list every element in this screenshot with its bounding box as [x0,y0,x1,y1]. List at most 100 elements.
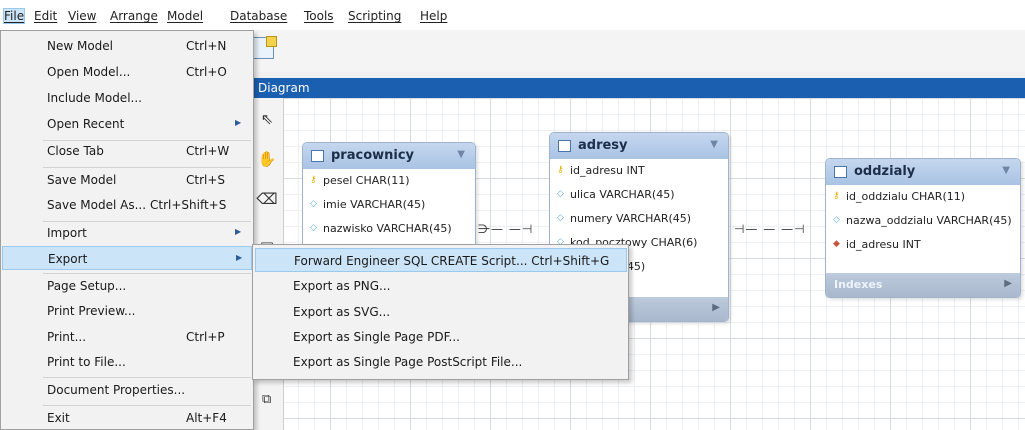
menu-scripting[interactable]: Scripting [348,9,401,23]
primary-key-icon: ⚷ [557,165,564,175]
column-label: ulica VARCHAR(45) [570,188,675,201]
menu-item-open-model[interactable]: Open Model... Ctrl+O [2,60,252,84]
menu-item-label: Import [47,226,87,240]
menu-item-shortcut: Ctrl+P [186,330,225,344]
eraser-tool-icon[interactable]: ⌫ [256,188,278,210]
table-icon [311,150,324,162]
submenu-arrow-icon: ▶ [236,253,243,262]
submenu-item-export-pdf[interactable]: Export as Single Page PDF... [255,325,627,349]
column-row: ◇ nazwa_oddzialu VARCHAR(45) [826,209,1020,233]
column-icon: ◇ [557,189,564,199]
submenu-item-label: Export as Single Page PDF... [293,330,460,344]
table-icon [834,166,847,178]
column-icon: ◇ [833,215,840,225]
menu-item-label: Page Setup... [47,279,127,293]
file-menu: New Model Ctrl+N Open Model... Ctrl+O In… [0,30,254,430]
column-label: imie VARCHAR(45) [323,198,426,211]
column-icon: ◇ [310,199,317,209]
menu-view[interactable]: View [68,9,96,23]
menu-model[interactable]: Model [167,9,203,23]
menu-item-import[interactable]: Import ▶ [2,221,252,245]
relationship-connector[interactable]: ⋺— —⊣ [478,222,533,236]
pointer-tool-icon[interactable]: ⇖ [256,108,278,130]
menu-item-print-preview[interactable]: Print Preview... [2,299,252,323]
submenu-item-label: Export as SVG... [293,305,391,319]
entity-title: pracownicy [331,148,415,163]
menu-item-label: Open Recent [47,117,125,131]
new-diagram-icon[interactable] [252,36,277,59]
entity-oddzialy[interactable]: oddzialy ▼ ⚷ id_oddzialu CHAR(11) ◇ nazwa_… [825,158,1021,298]
primary-key-icon: ⚷ [310,175,317,185]
submenu-item-export-png[interactable]: Export as PNG... [255,274,627,298]
entity-header: adresy ▼ [550,133,728,159]
collapse-arrow-icon[interactable]: ▼ [710,139,718,150]
column-row: ⚷ id_oddzialu CHAR(11) [826,185,1020,209]
menu-file[interactable]: File [2,8,26,24]
column-icon: ◇ [310,223,317,233]
primary-key-icon: ⚷ [833,191,840,201]
menu-item-open-recent[interactable]: Open Recent ▶ [2,112,252,136]
column-label: nazwisko VARCHAR(45) [323,222,452,235]
relationship-connector[interactable]: ⊣— — —⊣ [734,222,806,236]
menu-item-shortcut: Ctrl+O [186,65,227,79]
menu-item-include-model[interactable]: Include Model... [2,86,252,110]
menu-edit[interactable]: Edit [34,9,57,23]
menu-arrange[interactable]: Arrange [110,9,158,23]
menu-item-page-setup[interactable]: Page Setup... [2,274,252,298]
submenu-item-label: Forward Engineer SQL CREATE Script... Ct… [294,254,610,268]
collapse-arrow-icon[interactable]: ▼ [1002,165,1010,176]
menu-item-shortcut: Ctrl+S [186,173,226,187]
menubar: File Edit View Arrange Model Database To… [0,0,1025,30]
column-label: id_oddzialu CHAR(11) [846,190,966,203]
menu-item-shortcut: Alt+F4 [186,411,227,425]
entity-header: pracownicy ▼ [303,143,475,169]
submenu-item-export-svg[interactable]: Export as SVG... [255,300,627,324]
submenu-arrow-icon: ▶ [235,118,242,127]
menu-item-print-to-file[interactable]: Print to File... [2,350,252,374]
column-icon: ◇ [557,213,564,223]
entity-pracownicy[interactable]: pracownicy ▼ ⚷ pesel CHAR(11) ◇ imie VARCH… [302,142,476,252]
menu-tools[interactable]: Tools [304,9,334,23]
menu-item-document-properties[interactable]: Document Properties... [2,378,252,402]
indexes-label: Indexes [834,278,883,291]
expand-arrow-icon[interactable]: ▶ [1004,278,1012,289]
diagram-tab-label[interactable]: Diagram [258,81,310,95]
column-row: ⚷ pesel CHAR(11) [303,169,475,193]
menu-item-print[interactable]: Print... Ctrl+P [2,325,252,349]
table-tool-icon[interactable]: ⧉ [262,392,271,407]
entity-footer[interactable]: Indexes ▶ [826,273,1020,297]
collapse-arrow-icon[interactable]: ▼ [457,149,465,160]
menu-item-label: Document Properties... [47,383,186,397]
menu-item-save-model-as[interactable]: Save Model As... Ctrl+Shift+S [2,193,252,217]
hand-tool-icon[interactable]: ✋ [256,148,278,170]
column-row: ⚷ id_adresu INT [550,159,728,183]
entity-header: oddzialy ▼ [826,159,1020,185]
menu-help[interactable]: Help [420,9,447,23]
column-label: id_adresu INT [846,238,921,251]
menu-item-label: New Model [47,39,114,53]
submenu-item-forward-engineer[interactable]: Forward Engineer SQL CREATE Script... Ct… [255,248,627,272]
column-row: ◇ numery VARCHAR(45) [550,207,728,231]
menu-item-label: Print to File... [47,355,126,369]
menu-item-export[interactable]: Export ▶ [2,246,252,270]
menu-item-close-tab[interactable]: Close Tab Ctrl+W [2,139,252,163]
export-submenu: Forward Engineer SQL CREATE Script... Ct… [252,244,629,380]
menu-item-save-model[interactable]: Save Model Ctrl+S [2,168,252,192]
menu-item-shortcut: Ctrl+Shift+S [150,198,227,212]
menu-item-label: Exit [47,411,70,425]
entity-title: adresy [578,138,628,153]
menu-database[interactable]: Database [230,9,287,23]
menu-item-shortcut: Ctrl+N [186,39,227,53]
menu-item-new-model[interactable]: New Model Ctrl+N [2,34,252,58]
menu-item-label: Include Model... [47,91,142,105]
submenu-item-export-postscript[interactable]: Export as Single Page PostScript File... [255,350,627,374]
column-label: id_adresu INT [570,164,645,177]
entity-title: oddzialy [854,164,916,179]
expand-arrow-icon[interactable]: ▶ [712,302,720,313]
menu-item-label: Export [48,252,88,266]
menu-item-label: Print Preview... [47,304,136,318]
menu-item-label: Open Model... [47,65,131,79]
menu-item-exit[interactable]: Exit Alt+F4 [2,406,252,430]
column-label: nazwa_oddzialu VARCHAR(45) [846,214,1012,227]
table-icon [558,140,571,152]
